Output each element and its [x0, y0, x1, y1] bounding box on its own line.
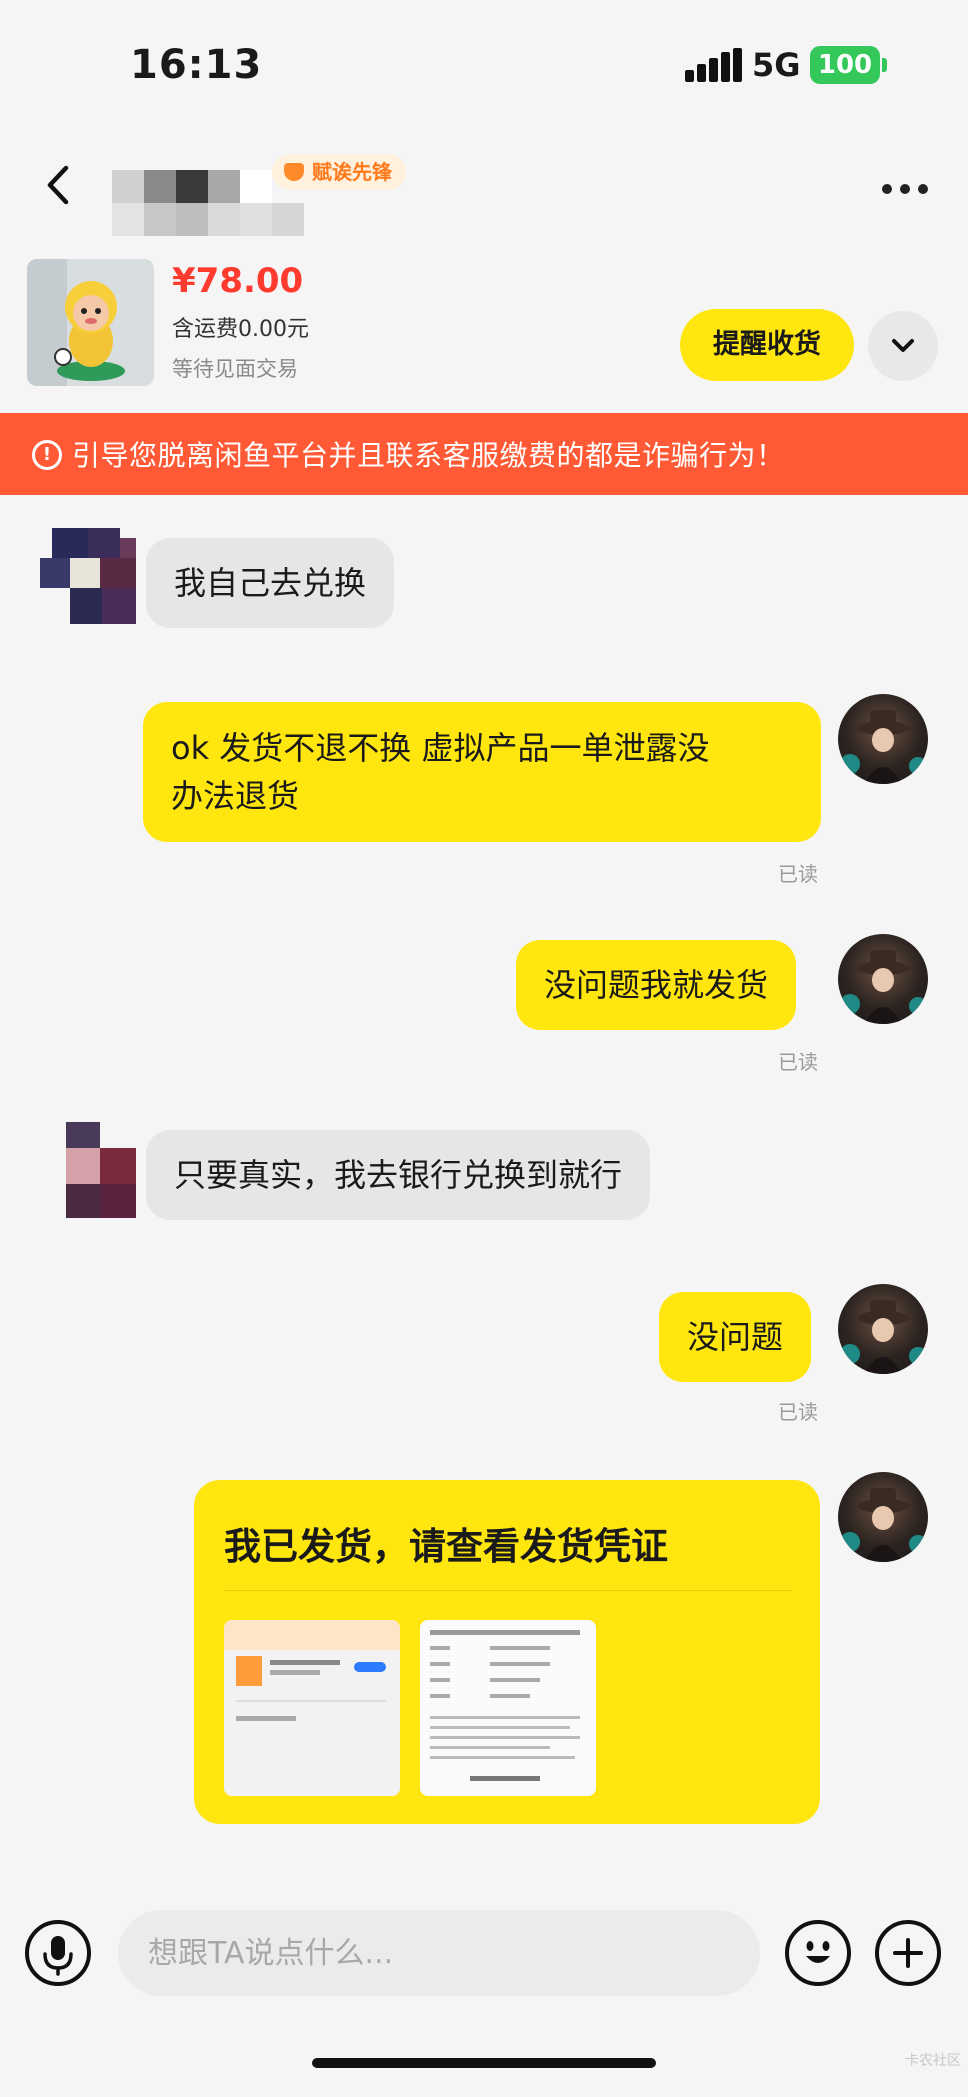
proof-image-thumbnail[interactable]: [420, 1620, 596, 1796]
product-price: ¥78.00: [172, 261, 304, 301]
chevron-down-icon: [892, 339, 914, 352]
order-status: 等待见面交易: [172, 357, 298, 381]
chevron-left-icon: [47, 165, 69, 205]
read-receipt: 已读: [778, 1050, 818, 1074]
product-thumbnail[interactable]: [27, 259, 154, 386]
more-options-button[interactable]: [882, 178, 932, 198]
home-indicator[interactable]: [312, 2058, 656, 2068]
contact-avatar[interactable]: [40, 528, 136, 624]
battery-tip: [882, 58, 887, 72]
composer-bar: [0, 1900, 968, 2000]
message-input[interactable]: [118, 1910, 760, 1996]
read-receipt: 已读: [778, 862, 818, 886]
fraud-warning-text: 引导您脱离闲鱼平台并且联系客服缴费的都是诈骗行为！: [72, 439, 785, 472]
plus-icon: [893, 1938, 923, 1968]
proof-image-thumbnail[interactable]: [224, 1620, 400, 1796]
proof-screenshot-image: [224, 1620, 400, 1796]
shipping-fee: 含运费0.00元: [172, 317, 309, 342]
badge-icon: [284, 163, 304, 181]
signal-icon: [685, 48, 742, 82]
watermark: 卡农社区: [905, 2053, 961, 2069]
message-bubble[interactable]: 我自己去兑换: [146, 538, 395, 628]
my-avatar[interactable]: [838, 1284, 928, 1374]
my-avatar[interactable]: [838, 694, 928, 784]
avatar-image: [840, 1488, 927, 1562]
read-receipt: 已读: [778, 1400, 818, 1424]
emoji-button[interactable]: [785, 1920, 851, 1986]
message-bubble[interactable]: 没问题我就发货: [516, 940, 797, 1030]
expand-button[interactable]: [868, 311, 938, 381]
seller-badge-label: 赋诶先锋: [312, 160, 392, 184]
my-avatar[interactable]: [838, 1472, 928, 1562]
my-avatar[interactable]: [838, 934, 928, 1024]
figurine-image: [27, 259, 154, 386]
shipment-card-title: 我已发货，请查看发货凭证: [224, 1525, 668, 1568]
microphone-icon: [43, 1936, 73, 1976]
fraud-warning-banner: ! 引导您脱离闲鱼平台并且联系客服缴费的都是诈骗行为！: [0, 413, 968, 495]
avatar-image: [840, 1300, 927, 1374]
divider: [224, 1590, 792, 1591]
alert-icon: !: [32, 440, 62, 470]
contact-avatar[interactable]: [40, 1122, 136, 1218]
back-button[interactable]: [38, 160, 78, 210]
add-attachment-button[interactable]: [875, 1920, 941, 1986]
smiley-icon: [806, 1941, 830, 1963]
message-line: 办法退货: [171, 777, 300, 815]
battery-icon: 100: [810, 46, 880, 84]
seller-badge: 赋诶先锋: [272, 154, 406, 190]
chat-header: 赋诶先锋: [0, 140, 968, 250]
status-time: 16:13: [130, 42, 263, 88]
message-bubble[interactable]: 没问题: [659, 1292, 812, 1382]
message-line: ok 发货不退不换 虚拟产品一单泄露没: [171, 729, 710, 767]
shipment-proof-card[interactable]: 我已发货，请查看发货凭证: [194, 1480, 820, 1824]
network-type: 5G: [752, 46, 801, 84]
proof-document-image: [420, 1620, 596, 1796]
voice-input-button[interactable]: [25, 1920, 91, 1986]
message-bubble[interactable]: 只要真实，我去银行兑换到就行: [146, 1130, 651, 1220]
remind-receipt-button[interactable]: 提醒收货: [680, 309, 854, 381]
status-bar: 16:13 5G 100: [0, 0, 968, 130]
product-panel: ¥78.00 含运费0.00元 等待见面交易 提醒收货: [0, 255, 968, 386]
message-bubble[interactable]: ok 发货不退不换 虚拟产品一单泄露没 办法退货: [143, 702, 821, 842]
avatar-image: [840, 710, 927, 784]
avatar-image: [840, 950, 927, 1024]
